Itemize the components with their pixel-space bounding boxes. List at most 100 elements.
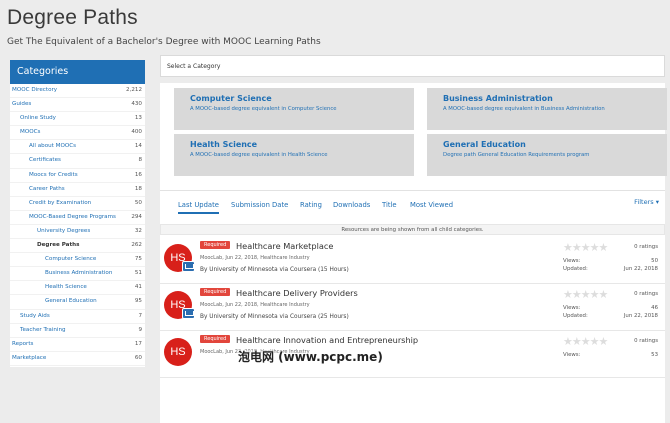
sidebar-item-label[interactable]: Computer Science bbox=[45, 253, 96, 266]
chevron-down-icon: ▾ bbox=[655, 198, 659, 206]
child-categories-notice: Resources are being shown from all child… bbox=[160, 224, 665, 235]
sidebar-item-count: 430 bbox=[131, 101, 142, 108]
ratings-count: 0 ratings bbox=[634, 244, 658, 250]
sidebar-item-count: 13 bbox=[134, 115, 142, 122]
sidebar-item[interactable]: Career Paths 18 bbox=[10, 183, 145, 197]
category-card-business-administration[interactable]: Business Administration A MOOC-based deg… bbox=[427, 88, 667, 130]
sidebar-item[interactable]: Guides 430 bbox=[10, 98, 145, 113]
categories-sidebar: Categories MOOC Directory 2,212 Guides 430 O… bbox=[10, 60, 145, 367]
category-title[interactable]: Business Administration bbox=[443, 94, 667, 103]
sidebar-item-count: 400 bbox=[131, 129, 142, 136]
views-count: 46 bbox=[651, 305, 658, 311]
sidebar-item[interactable]: General Education 95 bbox=[10, 295, 145, 310]
views-label: Views: bbox=[563, 258, 581, 264]
monitor-icon bbox=[182, 261, 195, 272]
category-title[interactable]: General Education bbox=[443, 140, 667, 149]
sidebar-item[interactable]: Marketplace 60 bbox=[10, 352, 145, 366]
star-rating-icon[interactable]: ★★★★★ bbox=[563, 335, 608, 348]
sidebar-item-label[interactable]: Business Administration bbox=[45, 267, 112, 280]
required-badge: Required bbox=[200, 288, 231, 296]
tab-title[interactable]: Title bbox=[382, 201, 397, 209]
sidebar-item-label[interactable]: MOOCs bbox=[20, 126, 40, 139]
sidebar-item[interactable]: Moocs for Credits 16 bbox=[10, 169, 145, 183]
sidebar-item-count: 8 bbox=[138, 157, 142, 164]
categories-heading: Categories bbox=[10, 60, 145, 84]
sidebar-item[interactable]: MOOCs 400 bbox=[10, 126, 145, 141]
sidebar-item[interactable]: Online Study 13 bbox=[10, 112, 145, 127]
category-title[interactable]: Health Science bbox=[190, 140, 414, 149]
resource-logo[interactable]: HS bbox=[164, 338, 192, 366]
sidebar-item-label[interactable]: Online Study bbox=[20, 112, 56, 125]
star-rating-icon[interactable]: ★★★★★ bbox=[563, 241, 608, 254]
tab-last-update[interactable]: Last Update bbox=[178, 201, 219, 214]
sidebar-item[interactable]: Business Administration 51 bbox=[10, 267, 145, 282]
tab-submission-date[interactable]: Submission Date bbox=[231, 201, 288, 209]
sidebar-item[interactable]: Study Aids 7 bbox=[10, 310, 145, 324]
sidebar-item-count: 262 bbox=[131, 242, 142, 249]
sidebar-item-label[interactable]: Marketplace bbox=[12, 352, 46, 365]
tab-most-viewed[interactable]: Most Viewed bbox=[410, 201, 453, 209]
resource-title[interactable]: Healthcare Delivery Providers bbox=[236, 288, 358, 298]
sidebar-item[interactable]: Reports 17 bbox=[10, 338, 145, 352]
sidebar-item-count: 16 bbox=[134, 171, 142, 178]
sidebar-item-label[interactable]: All about MOOCs bbox=[29, 140, 76, 153]
required-badge: Required bbox=[200, 335, 231, 343]
resource-title[interactable]: Healthcare Innovation and Entrepreneursh… bbox=[236, 335, 418, 345]
resource-item: HS Required Healthcare Innovation and En… bbox=[160, 331, 665, 378]
sidebar-item-label[interactable]: Reports bbox=[12, 338, 33, 351]
sidebar-item-label[interactable]: MOOC-Based Degree Programs bbox=[29, 211, 116, 224]
views-label: Views: bbox=[563, 305, 581, 311]
resource-item: HS Required Healthcare Marketplace MoocL… bbox=[160, 237, 665, 284]
tab-downloads[interactable]: Downloads bbox=[333, 201, 370, 209]
resource-meta: MoocLab, Jun 22, 2018, Healthcare Indust… bbox=[200, 255, 310, 261]
sidebar-item-label[interactable]: Degree Paths bbox=[37, 239, 79, 252]
filters-button[interactable]: Filters ▾ bbox=[634, 198, 659, 206]
resource-provider: By University of Minnesota via Coursera … bbox=[200, 314, 349, 320]
tab-rating[interactable]: Rating bbox=[300, 201, 322, 209]
category-title[interactable]: Computer Science bbox=[190, 94, 414, 103]
sidebar-item[interactable]: Health Science 41 bbox=[10, 281, 145, 296]
sidebar-item-label[interactable]: Credit by Examination bbox=[29, 197, 91, 210]
sidebar-item[interactable]: Degree Paths 262 bbox=[10, 239, 145, 254]
resource-item: HS Required Healthcare Delivery Provider… bbox=[160, 284, 665, 331]
sidebar-item[interactable]: MOOC-Based Degree Programs 294 bbox=[10, 211, 145, 225]
views-count: 53 bbox=[651, 352, 658, 358]
sidebar-item-label[interactable]: General Education bbox=[45, 295, 97, 308]
category-desc: Degree path General Education Requiremen… bbox=[443, 152, 590, 158]
sidebar-item-count: 2,212 bbox=[125, 87, 142, 93]
ratings-count: 0 ratings bbox=[634, 338, 658, 344]
updated-label: Updated: bbox=[563, 313, 588, 319]
select-category-dropdown[interactable]: Select a Category bbox=[160, 55, 665, 77]
star-rating-icon[interactable]: ★★★★★ bbox=[563, 288, 608, 301]
sidebar-item-count: 75 bbox=[134, 256, 142, 263]
sidebar-item-label[interactable]: Career Paths bbox=[29, 183, 65, 196]
ratings-count: 0 ratings bbox=[634, 291, 658, 297]
sidebar-item-label[interactable]: Moocs for Credits bbox=[29, 169, 78, 182]
sidebar-item[interactable]: Credit by Examination 50 bbox=[10, 197, 145, 211]
filters-label[interactable]: Filters bbox=[634, 198, 653, 206]
sidebar-item-label[interactable]: Study Aids bbox=[20, 310, 50, 323]
sidebar-item[interactable]: All about MOOCs 14 bbox=[10, 140, 145, 155]
sidebar-item-label[interactable]: MOOC Directory bbox=[12, 84, 57, 97]
sidebar-item-label[interactable]: Guides bbox=[12, 98, 31, 111]
updated-label: Updated: bbox=[563, 266, 588, 272]
sidebar-item-label[interactable]: Certificates bbox=[29, 154, 61, 167]
sidebar-item[interactable]: Certificates 8 bbox=[10, 154, 145, 169]
sidebar-item-label[interactable]: Teacher Training bbox=[20, 324, 66, 337]
views-label: Views: bbox=[563, 352, 581, 358]
category-card-health-science[interactable]: Health Science A MOOC-based degree equiv… bbox=[174, 134, 414, 176]
sidebar-item-count: 7 bbox=[138, 312, 142, 319]
sidebar-item[interactable]: Computer Science 75 bbox=[10, 253, 145, 268]
resource-title[interactable]: Healthcare Marketplace bbox=[236, 241, 333, 251]
sidebar-item[interactable]: University Degrees 32 bbox=[10, 225, 145, 240]
sidebar-item[interactable]: Teacher Training 9 bbox=[10, 324, 145, 338]
sidebar-item-label[interactable]: University Degrees bbox=[37, 225, 90, 238]
sidebar-item-label[interactable]: Health Science bbox=[45, 281, 87, 294]
sidebar-item-count: 32 bbox=[134, 227, 142, 234]
category-card-general-education[interactable]: General Education Degree path General Ed… bbox=[427, 134, 667, 176]
sidebar-item-count: 18 bbox=[134, 185, 142, 192]
sidebar-item-count: 50 bbox=[134, 199, 142, 206]
category-card-computer-science[interactable]: Computer Science A MOOC-based degree equ… bbox=[174, 88, 414, 130]
sidebar-item[interactable]: MOOC Directory 2,212 bbox=[10, 84, 145, 99]
monitor-icon bbox=[182, 308, 195, 319]
